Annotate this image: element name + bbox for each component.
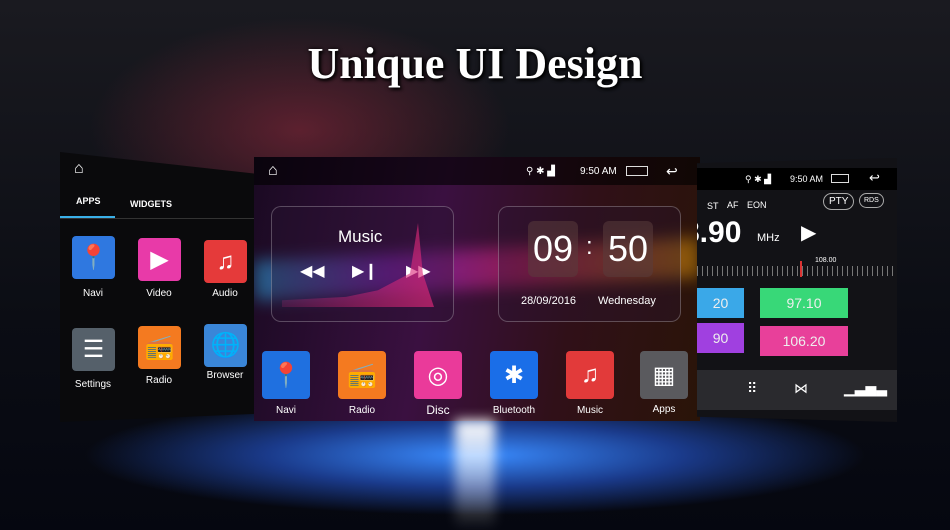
equalizer-icon[interactable]: ▁▃▅▃ bbox=[844, 380, 887, 397]
status-icons: ⚲ ✱ ▟ bbox=[745, 174, 772, 184]
clock-weekday: Wednesday bbox=[598, 295, 656, 307]
clock-widget[interactable]: 09 : 50 28/09/2016 Wednesday bbox=[498, 206, 681, 322]
status-time: 9:50 AM bbox=[580, 165, 617, 177]
dock-bluetooth-label: Bluetooth bbox=[492, 405, 536, 416]
dock-disc[interactable]: ◎ bbox=[414, 351, 462, 399]
home-icon[interactable]: ⌂ bbox=[74, 160, 84, 178]
rds-button[interactable]: RDS bbox=[859, 193, 884, 208]
dock-music-label: Music bbox=[576, 405, 604, 416]
clock-date: 28/09/2016 bbox=[521, 295, 577, 307]
scale-label: 108.00 bbox=[815, 257, 837, 264]
app-video[interactable]: ▶ bbox=[138, 238, 181, 281]
dock-radio-label: Radio bbox=[348, 405, 376, 416]
rewind-icon[interactable]: ◀◀ bbox=[300, 261, 325, 281]
tuning-needle bbox=[800, 261, 802, 277]
preset-4[interactable]: 106.20 bbox=[760, 326, 848, 356]
tab-widgets[interactable]: WIDGETS bbox=[130, 199, 172, 209]
app-video-label: Video bbox=[146, 288, 172, 299]
tuning-scale[interactable] bbox=[697, 266, 897, 276]
recent-apps-icon[interactable] bbox=[831, 174, 849, 183]
app-browser-label: Browser bbox=[206, 370, 244, 381]
dock-radio[interactable]: 📻 bbox=[338, 351, 386, 399]
flag-eon: EON bbox=[747, 200, 767, 210]
app-drawer-screen: ⌂ APPS WIDGETS 📍 Navi ▶ Video ♫ Audio ☰ … bbox=[60, 152, 255, 422]
app-audio-label: Audio bbox=[212, 288, 238, 299]
app-navi-label: Navi bbox=[82, 288, 103, 299]
music-title: Music bbox=[338, 227, 383, 246]
dock-apps-label: Apps bbox=[652, 404, 676, 415]
home-icon[interactable]: ⌂ bbox=[268, 162, 278, 180]
app-settings-label: Settings bbox=[74, 379, 112, 390]
home-screen: ⌂ ⚲ ✱ ▟ 9:50 AM ↩ Music ◀◀ ▶❙ ▶▶ 09 : 50… bbox=[254, 157, 700, 421]
tab-apps[interactable]: APPS bbox=[76, 196, 101, 206]
clock-minute: 50 bbox=[603, 221, 653, 277]
app-settings[interactable]: ☰ bbox=[72, 328, 115, 371]
dock-disc-label: Disc bbox=[426, 403, 450, 417]
back-icon[interactable]: ↩ bbox=[869, 170, 880, 186]
app-browser[interactable]: 🌐 bbox=[204, 324, 247, 367]
dock-navi[interactable]: 📍 bbox=[262, 351, 310, 399]
keypad-icon[interactable]: ⠿ bbox=[747, 380, 757, 397]
flag-af: AF bbox=[727, 200, 739, 210]
page-title: Unique UI Design bbox=[307, 39, 643, 88]
play-pause-icon[interactable]: ▶❙ bbox=[352, 261, 378, 281]
status-icons: ⚲ ✱ ▟ bbox=[526, 165, 555, 177]
light-beam bbox=[455, 420, 495, 530]
clock-separator: : bbox=[586, 233, 593, 260]
flag-st: ST bbox=[707, 201, 719, 211]
app-radio[interactable]: 📻 bbox=[138, 326, 181, 369]
dock-music[interactable]: ♫ bbox=[566, 351, 614, 399]
app-audio[interactable]: ♫ bbox=[204, 240, 247, 283]
frequency-unit: MHz bbox=[757, 232, 780, 244]
back-icon[interactable]: ↩ bbox=[666, 163, 678, 180]
frequency-display: 8.90 bbox=[697, 216, 742, 249]
dock-bluetooth[interactable]: ✱ bbox=[490, 351, 538, 399]
preset-1[interactable]: 20 bbox=[697, 288, 744, 318]
pty-button[interactable]: PTY bbox=[823, 193, 855, 210]
clock-hour: 09 bbox=[528, 221, 578, 277]
app-navi[interactable]: 📍 bbox=[72, 236, 115, 279]
recent-apps-icon[interactable] bbox=[626, 166, 648, 176]
status-time: 9:50 AM bbox=[790, 174, 824, 184]
play-icon[interactable]: ▶ bbox=[801, 220, 816, 245]
preset-3[interactable]: 90 bbox=[697, 323, 744, 353]
radio-screen: ⚲ ✱ ▟ 9:50 AM ↩ ST AF EON PTY RDS 8.90 M… bbox=[697, 158, 897, 422]
status-bar: ⌂ ⚲ ✱ ▟ 9:50 AM ↩ bbox=[254, 157, 700, 185]
dock-apps[interactable]: ▦ bbox=[640, 351, 688, 399]
preset-2[interactable]: 97.10 bbox=[760, 288, 848, 318]
app-radio-label: Radio bbox=[145, 375, 173, 386]
stereo-icon[interactable]: ⋈ bbox=[794, 380, 808, 397]
music-widget[interactable]: Music ◀◀ ▶❙ ▶▶ bbox=[271, 206, 454, 322]
dock-navi-label: Navi bbox=[275, 405, 296, 416]
